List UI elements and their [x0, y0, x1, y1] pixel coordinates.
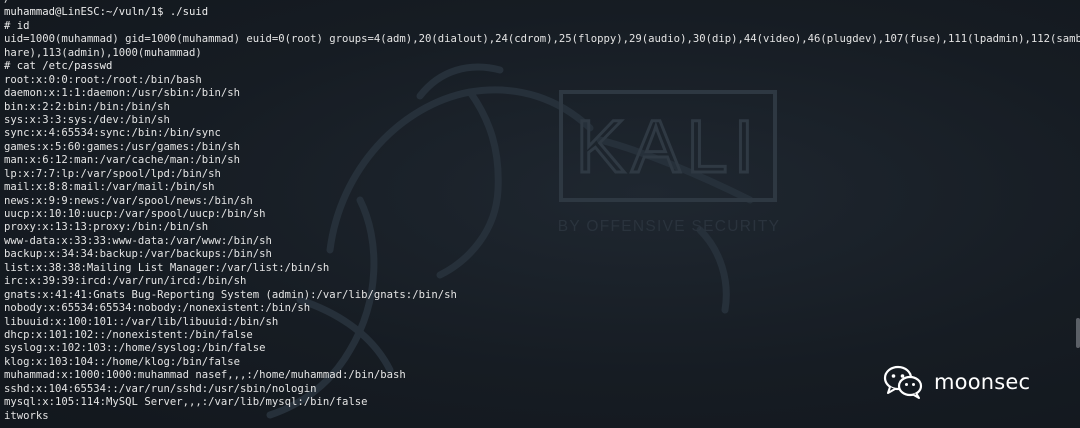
terminal-window[interactable]: KALI BY OFFENSIVE SECURITY /muhammad@Lin…: [0, 0, 1080, 428]
terminal-output-line: lp:x:7:7:lp:/var/spool/lpd:/bin/sh: [4, 167, 221, 180]
terminal-output-line: sync:x:4:65534:sync:/bin:/bin/sync: [4, 127, 221, 140]
terminal-output-line: man:x:6:12:man:/var/cache/man:/bin/sh: [4, 154, 240, 167]
terminal-output-line: mail:x:8:8:mail:/var/mail:/bin/sh: [4, 181, 215, 194]
terminal-output-line: nobody:x:65534:65534:nobody:/nonexistent…: [4, 302, 311, 315]
terminal-output-line: hare),113(admin),1000(muhammad): [4, 46, 202, 59]
terminal-output-line: syslog:x:102:103::/home/syslog:/bin/fals…: [4, 342, 266, 355]
terminal-command-line: # id: [4, 19, 30, 32]
terminal-output-line: gnats:x:41:41:Gnats Bug-Reporting System…: [4, 288, 457, 301]
terminal-scrollbar[interactable]: [1076, 318, 1080, 348]
terminal-output-line: daemon:x:1:1:daemon:/usr/sbin:/bin/sh: [4, 87, 240, 100]
terminal-output-line: dhcp:x:101:102::/nonexistent:/bin/false: [4, 328, 253, 341]
wechat-icon: [883, 365, 923, 399]
terminal-output-line: games:x:5:60:games:/usr/games:/bin/sh: [4, 140, 240, 153]
terminal-output-line: libuuid:x:100:101::/var/lib/libuuid:/bin…: [4, 315, 279, 328]
terminal-output[interactable]: /muhammad@LinESC:~/vuln/1$ ./suid# iduid…: [4, 0, 1080, 423]
terminal-command-line: muhammad@LinESC:~/vuln/1$ ./suid: [4, 6, 209, 19]
terminal-output-line: itworks: [4, 409, 49, 422]
terminal-output-line: uucp:x:10:10:uucp:/var/spool/uucp:/bin/s…: [4, 208, 266, 220]
terminal-output-line: list:x:38:38:Mailing List Manager:/var/l…: [4, 261, 330, 274]
terminal-output-line: sys:x:3:3:sys:/dev:/bin/sh: [4, 113, 170, 126]
terminal-output-line: uid=1000(muhammad) gid=1000(muhammad) eu…: [4, 33, 1080, 46]
terminal-output-line: bin:x:2:2:bin:/bin:/bin/sh: [4, 100, 170, 113]
terminal-output-line: news:x:9:9:news:/var/spool/news:/bin/sh: [4, 194, 253, 207]
terminal-output-line: root:x:0:0:root:/root:/bin/bash: [4, 73, 202, 86]
terminal-output-line: proxy:x:13:13:proxy:/bin:/bin/sh: [4, 221, 209, 234]
terminal-output-line: irc:x:39:39:ircd:/var/run/ircd:/bin/sh: [4, 275, 247, 288]
terminal-output-line: www-data:x:33:33:www-data:/var/www:/bin/…: [4, 234, 272, 247]
watermark-text: moonsec: [934, 370, 1031, 394]
terminal-command-line: # cat /etc/passwd: [4, 60, 113, 73]
moonsec-watermark: moonsec: [882, 364, 1030, 400]
terminal-output-line: backup:x:34:34:backup:/var/backups:/bin/…: [4, 248, 272, 261]
